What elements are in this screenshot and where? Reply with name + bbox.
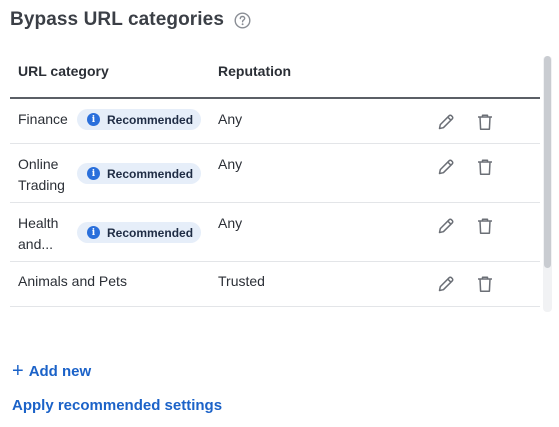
url-category-cell: Online Trading	[18, 156, 65, 193]
recommended-badge: i Recommended	[77, 163, 202, 184]
info-icon: i	[87, 226, 100, 239]
badge-label: Recommended	[107, 166, 194, 181]
add-new-button[interactable]: + Add new	[12, 360, 92, 382]
table-row: Animals and Pets Trusted	[10, 262, 540, 307]
question-circle-icon[interactable]	[234, 11, 251, 29]
section-header: Bypass URL categories	[10, 8, 251, 32]
table-row: Finance i Recommended Any	[10, 99, 540, 144]
recommended-badge: i Recommended	[77, 222, 202, 243]
page-title: Bypass URL categories	[10, 9, 225, 30]
trash-delete-icon[interactable]	[474, 273, 496, 295]
url-category-table: URL category Reputation Finance i Recomm…	[10, 46, 540, 312]
scrollbar-thumb[interactable]	[544, 56, 551, 268]
url-category-cell: Finance	[18, 111, 68, 127]
reputation-cell: Any	[218, 111, 243, 127]
reputation-cell: Any	[218, 215, 243, 231]
info-icon: i	[87, 167, 100, 180]
table-row: Online Trading i Recommended Any	[10, 144, 540, 203]
pencil-edit-icon[interactable]	[435, 111, 457, 133]
recommended-badge: i Recommended	[77, 109, 202, 130]
badge-label: Recommended	[107, 225, 194, 240]
trash-delete-icon[interactable]	[474, 215, 496, 237]
column-header-url-category[interactable]: URL category	[18, 63, 109, 79]
reputation-cell: Any	[218, 156, 243, 172]
pencil-edit-icon[interactable]	[435, 156, 457, 178]
badge-label: Recommended	[107, 112, 194, 127]
info-icon: i	[87, 113, 100, 126]
trash-delete-icon[interactable]	[474, 156, 496, 178]
apply-recommended-settings-link[interactable]: Apply recommended settings	[12, 397, 222, 414]
url-category-cell: Animals and Pets	[18, 273, 127, 289]
table-body: Finance i Recommended Any Online Trading…	[10, 99, 540, 307]
column-header-reputation[interactable]: Reputation	[218, 63, 291, 79]
pencil-edit-icon[interactable]	[435, 273, 457, 295]
add-new-label: Add new	[28, 362, 92, 380]
pencil-edit-icon[interactable]	[435, 215, 457, 237]
reputation-cell: Trusted	[218, 273, 265, 289]
vertical-scrollbar[interactable]	[543, 56, 552, 312]
url-category-cell: Health and...	[18, 215, 59, 252]
plus-icon: +	[12, 360, 24, 382]
table-row: Health and... i Recommended Any	[10, 203, 540, 262]
trash-delete-icon[interactable]	[474, 111, 496, 133]
table-header: URL category Reputation	[10, 46, 540, 99]
